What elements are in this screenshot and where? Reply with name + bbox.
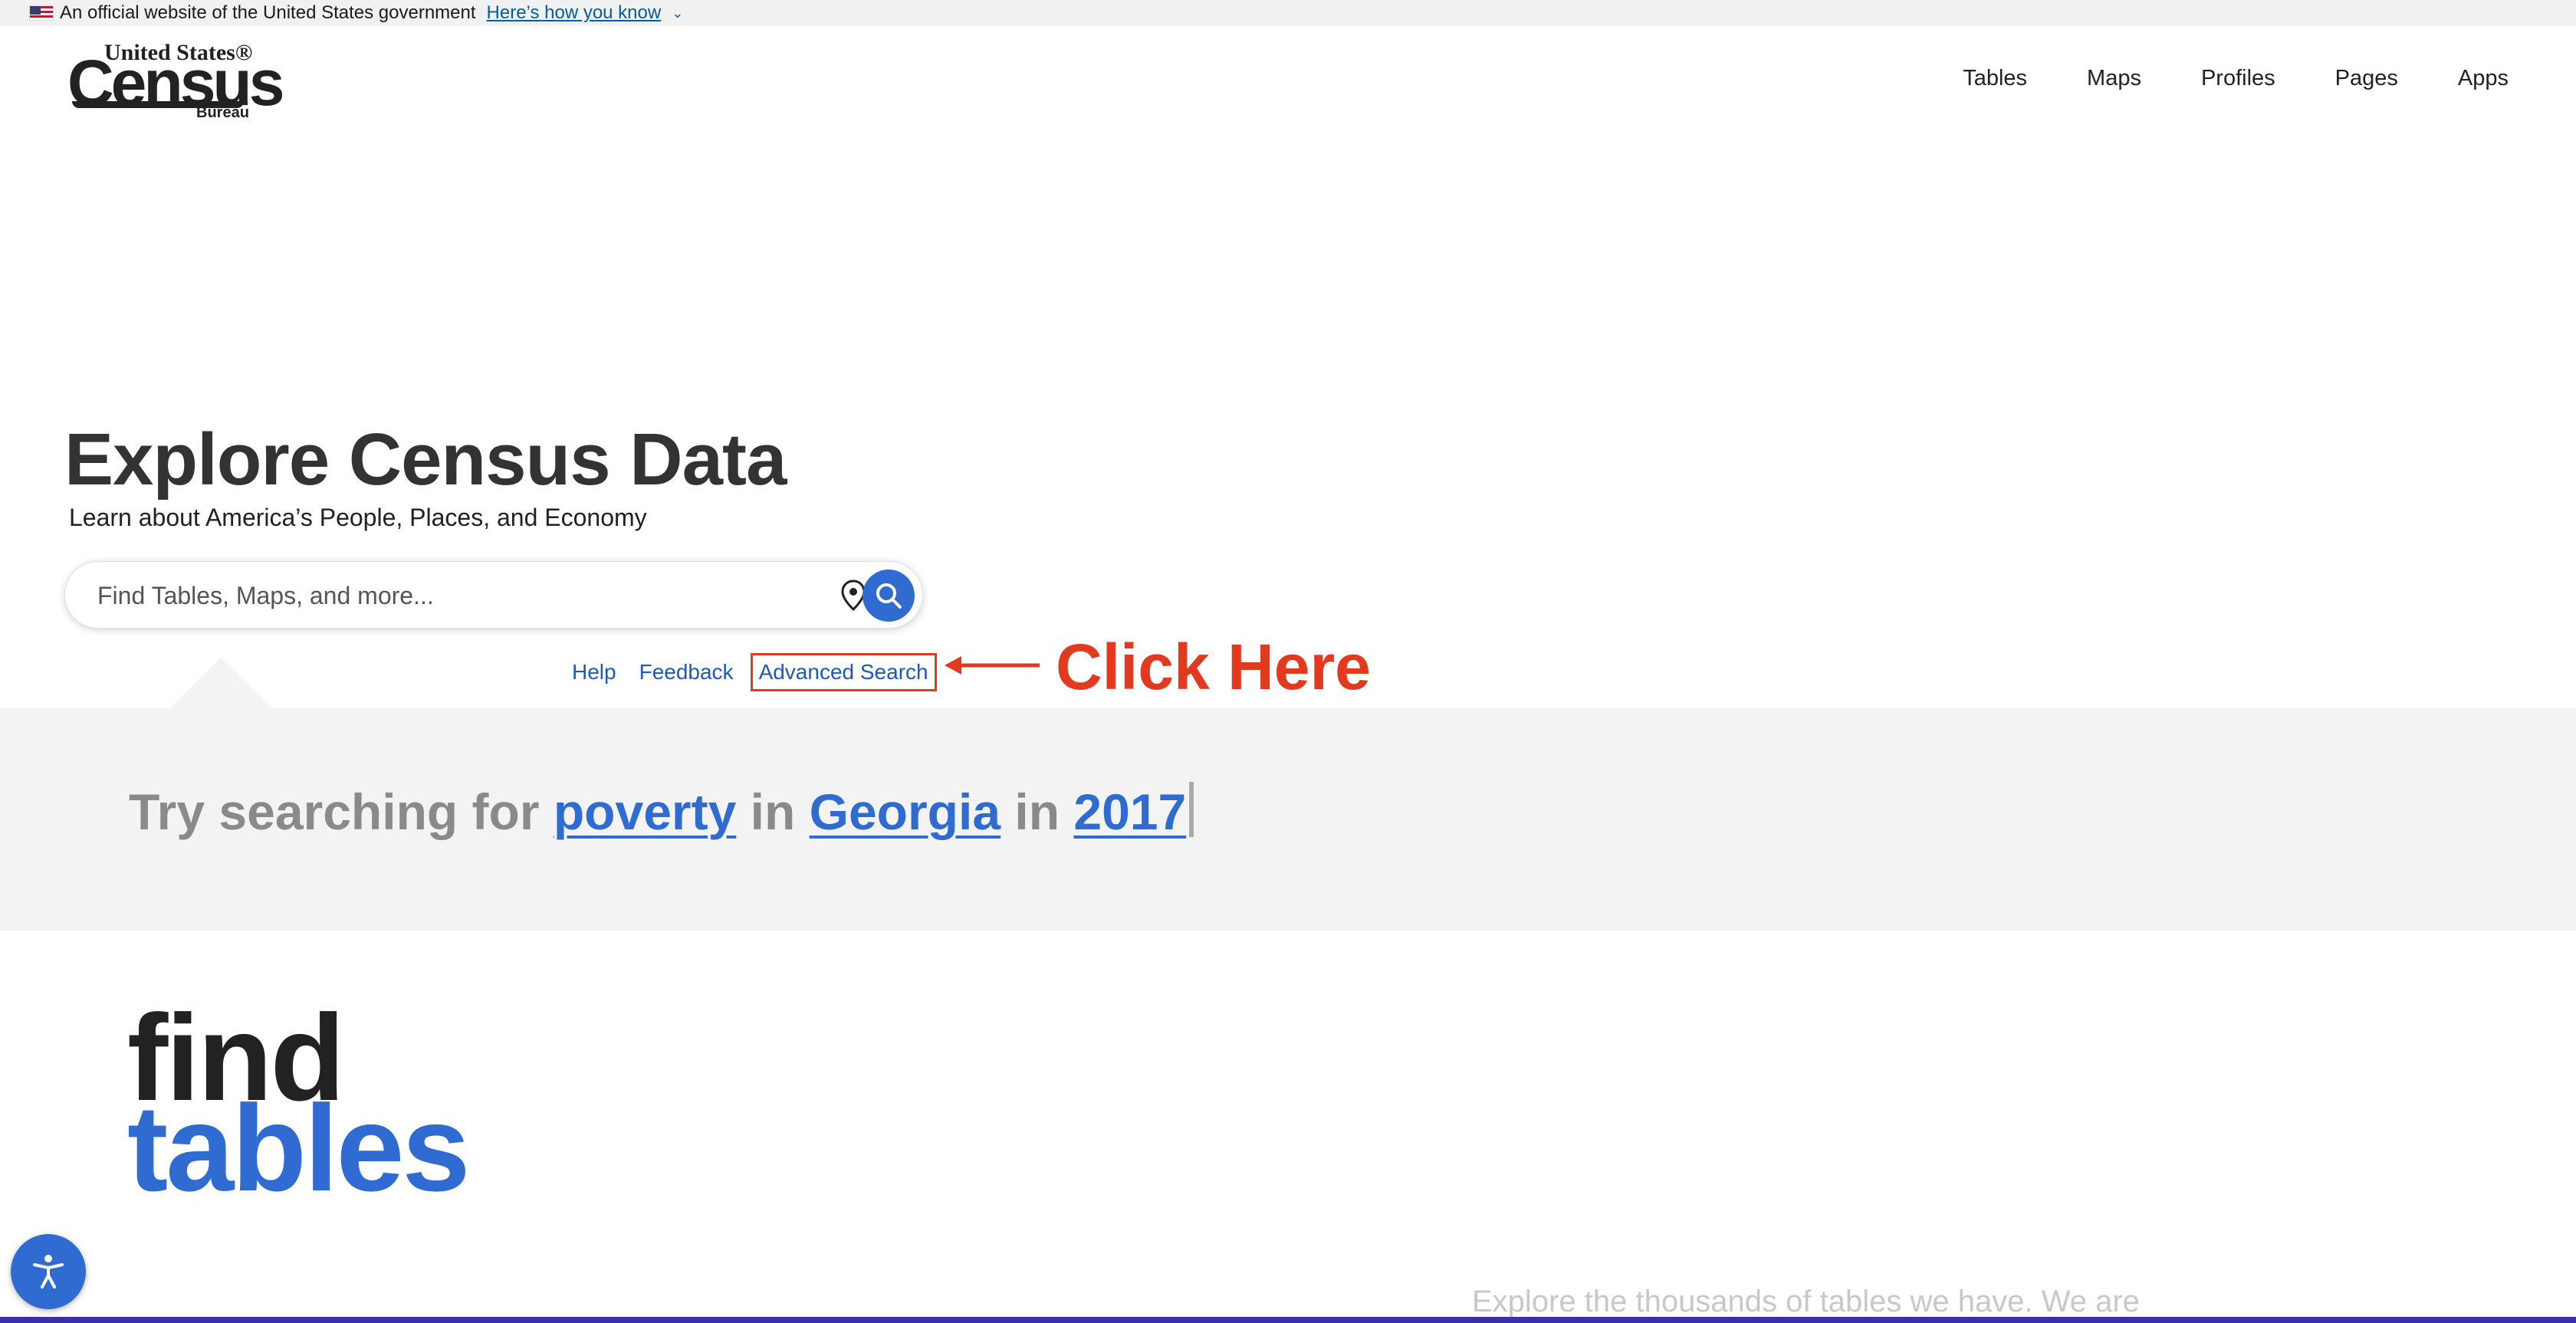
feedback-link[interactable]: Feedback [639,660,734,684]
advanced-search-link[interactable]: Advanced Search [750,653,937,691]
find-tables-description: Explore the thousands of tables we have.… [1472,1285,2140,1318]
accessibility-button[interactable] [11,1234,86,1309]
tables-heading: tables [127,1079,470,1216]
nav-maps[interactable]: Maps [2087,66,2141,91]
logo-bureau: Bureau [196,104,249,121]
try-topic-link[interactable]: poverty [554,783,736,840]
gov-banner-text: An official website of the United States… [60,2,476,23]
typing-cursor [1189,782,1194,837]
try-in-1: in [750,783,796,840]
heres-how-you-know-link[interactable]: Here’s how you know [487,2,662,24]
try-year-link[interactable]: 2017 [1073,783,1186,840]
search-input[interactable] [97,577,849,614]
search-sub-links: Help Feedback Advanced Search [572,653,937,691]
window-bottom-edge [0,1317,2576,1323]
nav-tables[interactable]: Tables [1963,66,2027,91]
page-subtitle: Learn about America’s People, Places, an… [69,504,647,531]
us-flag-icon [29,5,54,21]
top-nav: Tables Maps Profiles Pages Apps [1963,66,2509,91]
gov-banner: An official website of the United States… [0,0,2576,26]
search-icon [876,583,902,609]
nav-pages[interactable]: Pages [2335,66,2398,91]
try-in-2: in [1014,783,1060,840]
try-place-link[interactable]: Georgia [810,783,1001,840]
page-title: Explore Census Data [64,419,787,501]
nav-apps[interactable]: Apps [2458,66,2509,91]
help-link[interactable]: Help [572,660,616,684]
search-box [64,561,923,629]
accessibility-icon [33,1255,64,1289]
nav-profiles[interactable]: Profiles [2201,66,2275,91]
try-band-notch [170,658,271,708]
chevron-down-icon[interactable]: ⌄ [672,5,683,21]
annotation-click-here: Click Here [1056,631,1371,703]
annotation-arrow [945,656,1040,675]
try-searching-sentence: Try searching for poverty in Georgia in … [129,782,1194,841]
search-button[interactable] [863,570,915,622]
try-prefix: Try searching for [129,783,540,840]
census-logo[interactable]: United States® Census Bureau [67,40,284,124]
